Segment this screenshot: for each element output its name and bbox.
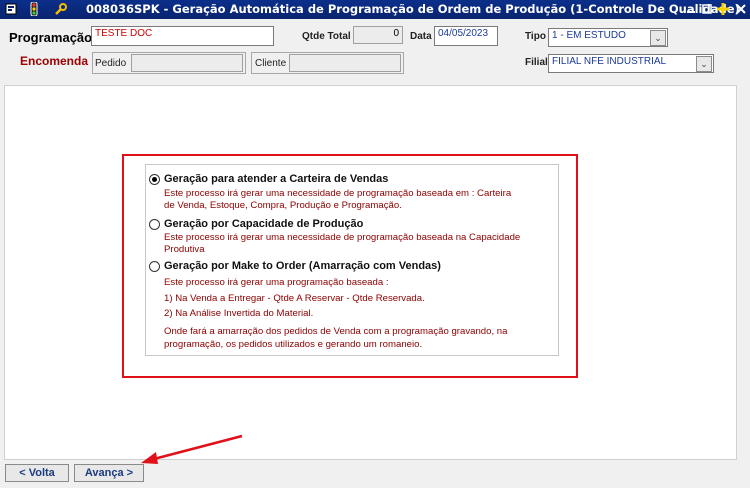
desc-line: Produtiva <box>164 244 205 255</box>
next-button[interactable]: Avança > <box>74 464 144 482</box>
option-make-to-order[interactable]: Geração por Make to Order (Amarração com… <box>149 260 441 272</box>
radio-make-to-order[interactable] <box>149 260 160 272</box>
tipo-select[interactable]: 1 - EM ESTUDO ⌄ <box>548 28 668 47</box>
programacao-label: Programação <box>9 30 93 45</box>
desc-line: de Venda, Estoque, Compra, Produção e Pr… <box>164 200 402 211</box>
title-bar: 008036SPK - Geração Automática de Progra… <box>0 0 750 19</box>
programacao-field[interactable]: TESTE DOC <box>91 26 274 46</box>
add-icon[interactable] <box>716 1 730 17</box>
minimize-icon[interactable] <box>684 1 698 17</box>
data-label: Data <box>410 31 432 42</box>
qtde-total-label: Qtde Total <box>302 31 351 42</box>
back-button[interactable]: < Volta <box>5 464 69 482</box>
data-field[interactable]: 04/05/2023 <box>434 26 498 46</box>
vertical-scrollbar[interactable] <box>737 81 750 464</box>
close-icon[interactable] <box>734 1 748 17</box>
radio-carteira-vendas[interactable] <box>149 173 160 185</box>
option-capacidade-producao[interactable]: Geração por Capacidade de Produção <box>149 218 363 230</box>
traffic-light-icon[interactable] <box>25 1 43 17</box>
cliente-field[interactable] <box>289 54 401 72</box>
encomenda-label: Encomenda <box>20 54 89 68</box>
pedido-field[interactable] <box>131 54 243 72</box>
option-make-to-order-desc-4: Onde fará a amarração dos pedidos de Ven… <box>164 326 508 337</box>
desc-line: Este processo irá gerar uma necessidade … <box>164 188 512 199</box>
generation-options-group: Geração para atender a Carteira de Venda… <box>145 164 559 356</box>
option-capacidade-producao-desc: Este processo irá gerar uma necessidade … <box>164 232 520 256</box>
pedido-label: Pedido <box>95 58 127 69</box>
option-make-to-order-desc-1: Este processo irá gerar uma programação … <box>164 277 389 288</box>
option-make-to-order-desc-2: 1) Na Venda a Entregar - Qtde A Reservar… <box>164 293 425 304</box>
option-make-to-order-label: Geração por Make to Order (Amarração com… <box>164 260 441 272</box>
cliente-label: Cliente <box>255 58 287 69</box>
desc-line: Este processo irá gerar uma necessidade … <box>164 232 521 243</box>
tipo-label: Tipo <box>525 31 546 42</box>
chevron-down-icon[interactable]: ⌄ <box>696 56 712 72</box>
header-form: Programação TESTE DOC Qtde Total 0 Data … <box>0 19 750 81</box>
wrench-icon[interactable] <box>52 1 68 17</box>
option-carteira-vendas-desc: Este processo irá gerar uma necessidade … <box>164 188 511 212</box>
maximize-icon[interactable] <box>700 1 714 17</box>
option-carteira-vendas[interactable]: Geração para atender a Carteira de Venda… <box>149 173 388 185</box>
qtde-total-field[interactable]: 0 <box>353 26 403 44</box>
option-make-to-order-desc-5: programação, os pedidos utilizados e ger… <box>164 339 423 350</box>
window-title: 008036SPK - Geração Automática de Progra… <box>86 2 740 16</box>
radio-capacidade-producao[interactable] <box>149 218 160 230</box>
app-menu-icon[interactable] <box>4 1 18 17</box>
option-carteira-vendas-label: Geração para atender a Carteira de Venda… <box>164 173 389 185</box>
option-make-to-order-desc-3: 2) Na Análise Invertida do Material. <box>164 308 314 319</box>
chevron-down-icon[interactable]: ⌄ <box>650 30 666 46</box>
filial-select-value: FILIAL NFE INDUSTRIAL <box>552 56 667 67</box>
option-capacidade-producao-label: Geração por Capacidade de Produção <box>164 218 364 230</box>
filial-select[interactable]: FILIAL NFE INDUSTRIAL ⌄ <box>548 54 714 73</box>
tipo-select-value: 1 - EM ESTUDO <box>552 30 626 41</box>
filial-label: Filial <box>525 57 548 68</box>
